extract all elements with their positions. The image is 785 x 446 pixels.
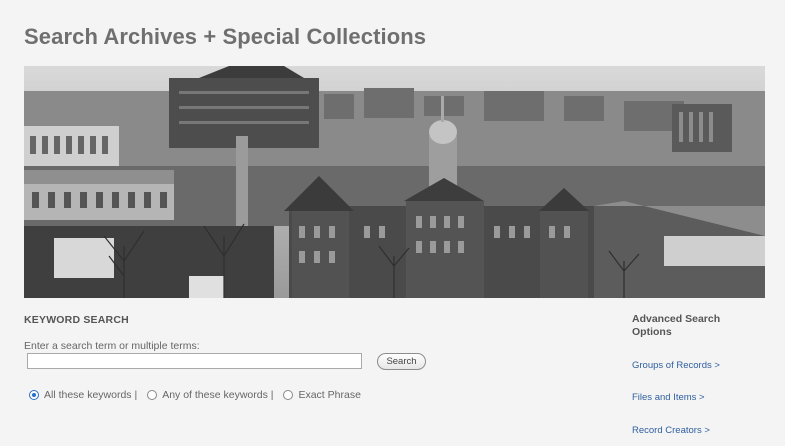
option-all-keywords[interactable]: All these keywords |	[29, 389, 137, 401]
option-any-keywords-label: Any of these keywords |	[162, 389, 274, 401]
advanced-search-heading: Advanced Search Options	[632, 313, 721, 338]
search-button[interactable]: Search	[377, 353, 426, 370]
keyword-search-heading: KEYWORD SEARCH	[24, 314, 129, 326]
option-all-keywords-label: All these keywords |	[44, 389, 138, 401]
keyword-match-options: All these keywords | Any of these keywor…	[29, 389, 361, 401]
radio-selected-icon[interactable]	[29, 390, 39, 400]
radio-unselected-icon[interactable]	[283, 390, 294, 400]
page-title: Search Archives + Special Collections	[24, 24, 427, 49]
keyword-search-input[interactable]	[27, 353, 362, 369]
campus-photo-banner	[24, 66, 765, 298]
campus-panorama-image	[24, 66, 765, 298]
link-files-and-items[interactable]: Files and Items >	[632, 392, 705, 403]
option-exact-phrase[interactable]: Exact Phrase	[283, 389, 361, 401]
link-record-creators[interactable]: Record Creators >	[632, 425, 710, 436]
option-any-keywords[interactable]: Any of these keywords |	[147, 389, 273, 401]
search-instructions: Enter a search term or multiple terms:	[24, 340, 200, 352]
option-exact-phrase-label: Exact Phrase	[298, 389, 361, 401]
link-groups-of-records[interactable]: Groups of Records >	[632, 360, 720, 371]
radio-unselected-icon[interactable]	[147, 390, 158, 400]
